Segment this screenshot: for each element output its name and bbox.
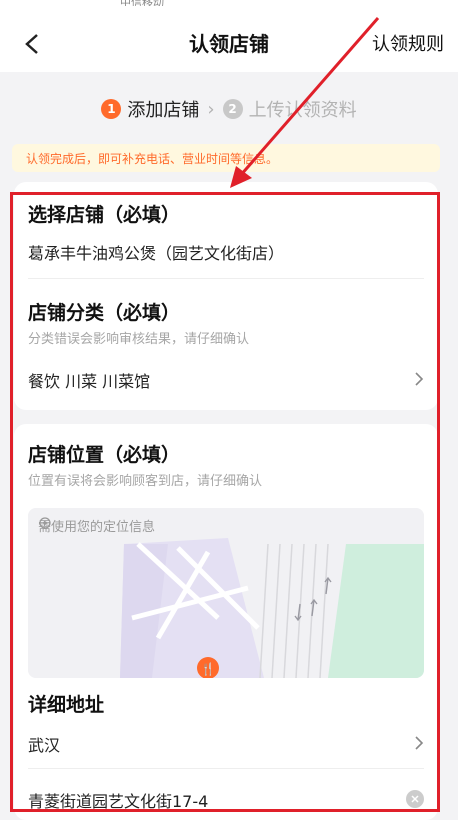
street-address-value: 青菱街道园艺文化街17-4: [28, 792, 209, 811]
step-add-store: 1 添加店铺: [101, 96, 199, 122]
claim-rules-link[interactable]: 认领规则: [372, 30, 444, 56]
divider: [28, 278, 424, 279]
status-bar-fragment: 中信移动: [120, 0, 164, 6]
chevron-right-icon: [415, 736, 424, 750]
store-location-hint: 位置有误将会影响顾客到店，请仔细确认: [28, 474, 263, 489]
city-value: 武汉: [28, 736, 61, 755]
store-info-card: 选择店铺（必填） 葛承丰牛油鸡公煲（园艺文化街店） 店铺分类（必填） 分类错误会…: [14, 182, 438, 410]
store-location-card: 店铺位置（必填） 位置有误将会影响顾客到店，请仔细确认 🍴 需使用您的定位信息 …: [14, 424, 438, 820]
clear-icon: [411, 795, 419, 803]
location-permission-text: 需使用您的定位信息: [38, 520, 156, 535]
step-separator-icon: ›: [207, 98, 215, 120]
divider: [28, 768, 424, 769]
store-category-row[interactable]: 餐饮 川菜 川菜馆: [14, 358, 438, 398]
clear-address-button[interactable]: [406, 790, 424, 808]
top-nav-bar: 中信移动 认领店铺 认领规则: [0, 0, 458, 72]
detailed-address-title: 详细地址: [28, 694, 105, 716]
svg-text:🍴: 🍴: [201, 662, 216, 676]
chevron-right-icon: [415, 372, 424, 386]
step-label: 添加店铺: [127, 100, 200, 121]
step-indicator: 1 添加店铺 › 2 上传认领资料: [0, 94, 458, 124]
store-category-title: 店铺分类（必填）: [28, 302, 181, 324]
step-label: 上传认领资料: [248, 100, 357, 121]
location-map[interactable]: 🍴 需使用您的定位信息: [28, 508, 424, 678]
step-number: 1: [101, 99, 122, 119]
street-address-field[interactable]: 青菱街道园艺文化街17-4: [14, 778, 438, 818]
location-target-icon: [39, 517, 51, 529]
notice-banner: 认领完成后，即可补充电话、营业时间等信息。: [12, 144, 440, 172]
store-location-title: 店铺位置（必填）: [28, 444, 181, 466]
step-upload-materials: 2 上传认领资料: [222, 96, 357, 122]
store-category-hint: 分类错误会影响审核结果，请仔细确认: [28, 332, 250, 347]
store-category-value: 餐饮 川菜 川菜馆: [28, 372, 151, 391]
select-store-title: 选择店铺（必填）: [28, 204, 181, 226]
selected-store-value[interactable]: 葛承丰牛油鸡公煲（园艺文化街店）: [28, 240, 284, 264]
step-number: 2: [222, 99, 243, 119]
location-permission-hint[interactable]: 需使用您的定位信息: [38, 516, 155, 535]
city-row[interactable]: 武汉: [14, 722, 438, 764]
